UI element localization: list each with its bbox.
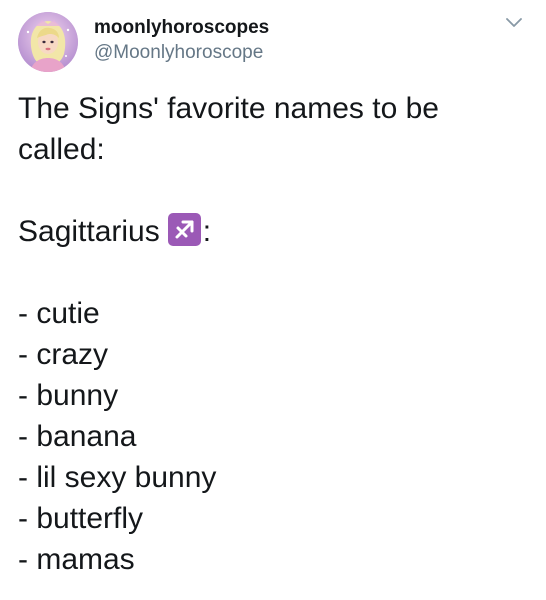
- tweet-header: moonlyhoroscopes @Moonlyhoroscope: [18, 10, 528, 74]
- tweet-text: The Signs' favorite names to be called: …: [18, 88, 528, 580]
- chevron-down-icon-svg: [506, 18, 522, 27]
- names-list: - cutie - crazy - bunny - banana - lil s…: [18, 293, 528, 580]
- sagittarius-symbol-svg: [167, 213, 201, 246]
- avatar-image: [18, 12, 78, 72]
- sign-heading: Sagittarius:: [18, 211, 528, 252]
- avatar[interactable]: [18, 12, 78, 72]
- sagittarius-symbol-icon: [167, 213, 201, 246]
- list-item: - banana: [18, 420, 137, 453]
- tweet-card: moonlyhoroscopes @Moonlyhoroscope The Si…: [0, 0, 546, 600]
- chevron-down-icon[interactable]: [504, 16, 524, 30]
- sign-suffix: :: [202, 215, 212, 248]
- author-names: moonlyhoroscopes @Moonlyhoroscope: [94, 16, 269, 66]
- author-display-name[interactable]: moonlyhoroscopes: [94, 16, 269, 40]
- list-item: - lil sexy bunny: [18, 461, 217, 494]
- list-item: - cutie: [18, 297, 100, 330]
- list-item: - butterfly: [18, 502, 144, 535]
- list-item: - mamas: [18, 543, 135, 576]
- intro-line-2: called:: [18, 133, 105, 166]
- sign-name: Sagittarius: [18, 215, 160, 248]
- list-item: - crazy: [18, 338, 108, 371]
- list-item: - bunny: [18, 379, 119, 412]
- intro-line-1: The Signs' favorite names to be: [18, 92, 439, 125]
- author-handle[interactable]: @Moonlyhoroscope: [94, 40, 269, 66]
